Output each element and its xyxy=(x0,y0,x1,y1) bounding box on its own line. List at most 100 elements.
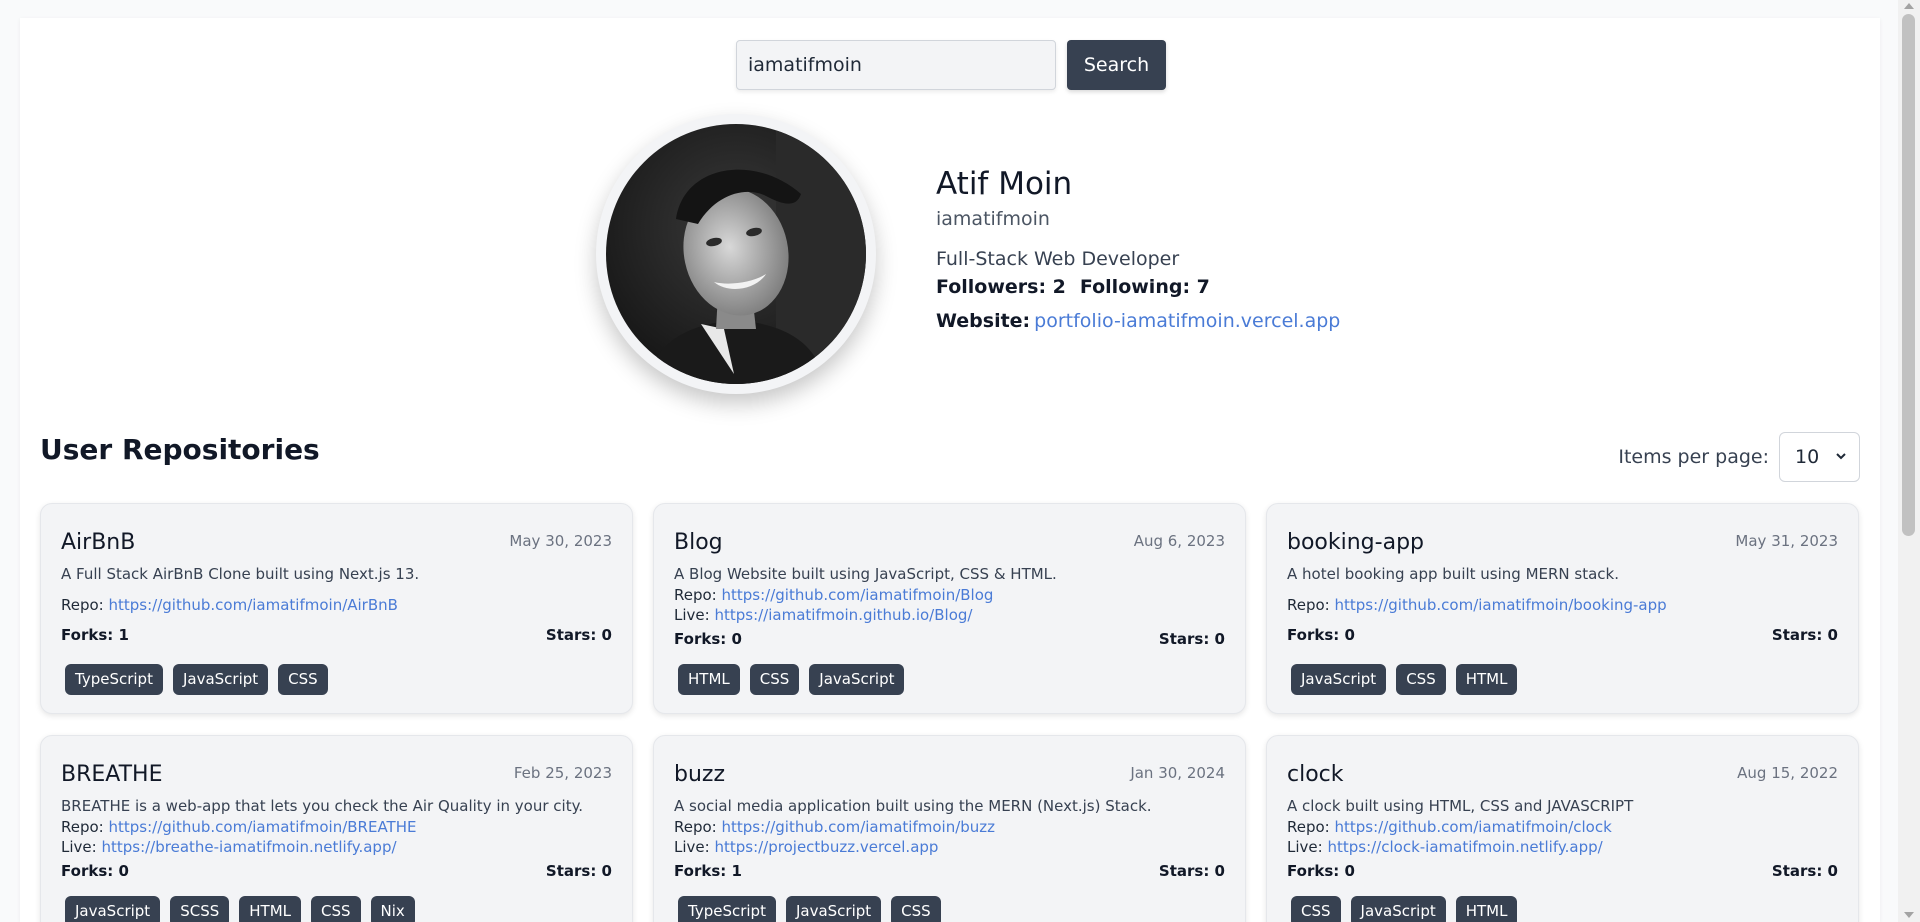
website-label: Website: xyxy=(936,310,1031,332)
live-url-link[interactable]: https://projectbuzz.vercel.app xyxy=(714,838,938,856)
repo-card[interactable]: booking-app May 31, 2023 A hotel booking a… xyxy=(1266,503,1859,714)
language-tag: JavaScript xyxy=(809,664,905,695)
following-count: Following: 7 xyxy=(1079,276,1210,298)
repo-forks: Forks: 0 xyxy=(61,862,129,880)
live-url-label: Live: xyxy=(1287,838,1323,856)
language-tag: Nix xyxy=(370,896,415,922)
language-tags: JavaScript CSS HTML xyxy=(1291,664,1518,695)
live-url-label: Live: xyxy=(674,838,710,856)
language-tag: CSS xyxy=(278,664,328,695)
live-url-link[interactable]: https://clock-iamatifmoin.netlify.app/ xyxy=(1327,838,1602,856)
repo-name[interactable]: booking-app xyxy=(1287,530,1424,555)
avatar xyxy=(606,124,866,384)
language-tag: HTML xyxy=(678,664,740,695)
repo-url-line: Repo: https://github.com/iamatifmoin/buz… xyxy=(674,818,995,836)
repo-description: A clock built using HTML, CSS and JAVASC… xyxy=(1287,797,1634,815)
page-container: Search xyxy=(20,18,1880,922)
repo-description: BREATHE is a web-app that lets you check… xyxy=(61,797,584,815)
language-tags: CSS JavaScript HTML xyxy=(1291,896,1518,922)
repo-date: Aug 6, 2023 xyxy=(1133,532,1225,550)
repo-url-label: Repo: xyxy=(674,818,717,836)
website-link[interactable]: portfolio-iamatifmoin.vercel.app xyxy=(1034,310,1340,332)
profile-stats: Followers: 2 Following: 7 xyxy=(936,276,1340,298)
repo-url-link[interactable]: https://github.com/iamatifmoin/Blog xyxy=(722,586,994,604)
repo-url-link[interactable]: https://github.com/iamatifmoin/buzz xyxy=(722,818,996,836)
language-tag: HTML xyxy=(1455,896,1518,922)
language-tag: JavaScript xyxy=(785,896,882,922)
items-per-page: Items per page: 10 xyxy=(1618,432,1860,482)
repo-name[interactable]: BREATHE xyxy=(61,762,163,787)
repo-stars: Stars: 0 xyxy=(1771,862,1838,880)
language-tag: CSS xyxy=(749,664,800,695)
profile-info: Atif Moin iamatifmoin Full-Stack Web Dev… xyxy=(936,166,1340,332)
profile-bio: Full-Stack Web Developer xyxy=(936,248,1180,270)
repo-description: A social media application built using t… xyxy=(674,797,1152,815)
search-button[interactable]: Search xyxy=(1067,40,1166,90)
repo-name[interactable]: Blog xyxy=(674,530,723,555)
repo-stars: Stars: 0 xyxy=(545,862,612,880)
repo-description: A Full Stack AirBnB Clone built using Ne… xyxy=(61,565,420,583)
repo-forks: Forks: 1 xyxy=(61,626,129,644)
search-bar: Search xyxy=(736,40,1166,90)
repo-card[interactable]: AirBnB May 30, 2023 A Full Stack AirBnB Cl… xyxy=(40,503,633,714)
scrollbar-thumb[interactable] xyxy=(1902,14,1915,536)
language-tags: TypeScript JavaScript CSS xyxy=(678,896,941,922)
repo-card[interactable]: buzz Jan 30, 2024 A social media applicati… xyxy=(653,735,1246,922)
repo-forks: Forks: 0 xyxy=(1287,626,1355,644)
language-tag: CSS xyxy=(891,896,941,922)
avatar-photo xyxy=(606,124,866,384)
repo-url-link[interactable]: https://github.com/iamatifmoin/BREATHE xyxy=(109,818,417,836)
language-tags: TypeScript JavaScript CSS xyxy=(65,664,328,695)
live-url-line: Live: https://iamatifmoin.github.io/Blog… xyxy=(674,606,972,624)
profile-website: Website: portfolio-iamatifmoin.vercel.app xyxy=(936,310,1340,332)
scroll-down-arrow-icon[interactable] xyxy=(1904,912,1914,918)
language-tags: HTML CSS JavaScript xyxy=(678,664,905,695)
repo-name[interactable]: buzz xyxy=(674,762,725,787)
repo-url-label: Repo: xyxy=(1287,818,1330,836)
language-tag: HTML xyxy=(239,896,301,922)
repo-stars: Stars: 0 xyxy=(545,626,612,644)
repo-date: Jan 30, 2024 xyxy=(1130,764,1225,782)
language-tag: JavaScript xyxy=(1350,896,1446,922)
items-per-page-value: 10 xyxy=(1795,446,1820,468)
repo-card[interactable]: Blog Aug 6, 2023 A Blog Website built usin… xyxy=(653,503,1246,714)
search-input[interactable] xyxy=(736,40,1056,90)
repo-url-label: Repo: xyxy=(674,586,717,604)
live-url-line: Live: https://projectbuzz.vercel.app xyxy=(674,838,938,856)
live-url-line: Live: https://clock-iamatifmoin.netlify.… xyxy=(1287,838,1603,856)
repo-stars: Stars: 0 xyxy=(1771,626,1838,644)
repo-url-label: Repo: xyxy=(61,596,104,614)
repo-card[interactable]: clock Aug 15, 2022 A clock built using HTM… xyxy=(1266,735,1859,922)
language-tag: CSS xyxy=(1291,896,1341,922)
repo-url-link[interactable]: https://github.com/iamatifmoin/booking-a… xyxy=(1335,596,1667,614)
repo-url-line: Repo: https://github.com/iamatifmoin/Blo… xyxy=(674,586,993,604)
repo-url-label: Repo: xyxy=(61,818,104,836)
language-tag: CSS xyxy=(311,896,361,922)
repositories-heading: User Repositories xyxy=(40,433,320,466)
profile-username: iamatifmoin xyxy=(936,208,1050,230)
repo-name[interactable]: clock xyxy=(1287,762,1344,787)
repo-date: May 30, 2023 xyxy=(509,532,612,550)
repo-url-link[interactable]: https://github.com/iamatifmoin/AirBnB xyxy=(109,596,398,614)
live-url-link[interactable]: https://iamatifmoin.github.io/Blog/ xyxy=(714,606,972,624)
repo-url-link[interactable]: https://github.com/iamatifmoin/clock xyxy=(1335,818,1612,836)
language-tag: JavaScript xyxy=(65,896,161,922)
repo-url-line: Repo: https://github.com/iamatifmoin/clo… xyxy=(1287,818,1612,836)
profile-name: Atif Moin xyxy=(936,166,1073,202)
live-url-label: Live: xyxy=(674,606,710,624)
items-per-page-label: Items per page: xyxy=(1618,446,1769,468)
repo-url-line: Repo: https://github.com/iamatifmoin/BRE… xyxy=(61,818,416,836)
vertical-scrollbar[interactable] xyxy=(1898,0,1920,922)
live-url-link[interactable]: https://breathe-iamatifmoin.netlify.app/ xyxy=(101,838,396,856)
scroll-up-arrow-icon[interactable] xyxy=(1904,3,1914,9)
repo-card[interactable]: BREATHE Feb 25, 2023 BREATHE is a web-app … xyxy=(40,735,633,922)
repo-url-label: Repo: xyxy=(1287,596,1330,614)
language-tag: TypeScript xyxy=(678,896,776,922)
items-per-page-select[interactable]: 10 xyxy=(1779,432,1860,482)
repo-name[interactable]: AirBnB xyxy=(61,530,135,555)
chevron-down-icon xyxy=(1836,453,1846,460)
repo-date: Aug 15, 2022 xyxy=(1737,764,1838,782)
repo-date: May 31, 2023 xyxy=(1735,532,1838,550)
repo-date: Feb 25, 2023 xyxy=(513,764,612,782)
live-url-line: Live: https://breathe-iamatifmoin.netlif… xyxy=(61,838,397,856)
